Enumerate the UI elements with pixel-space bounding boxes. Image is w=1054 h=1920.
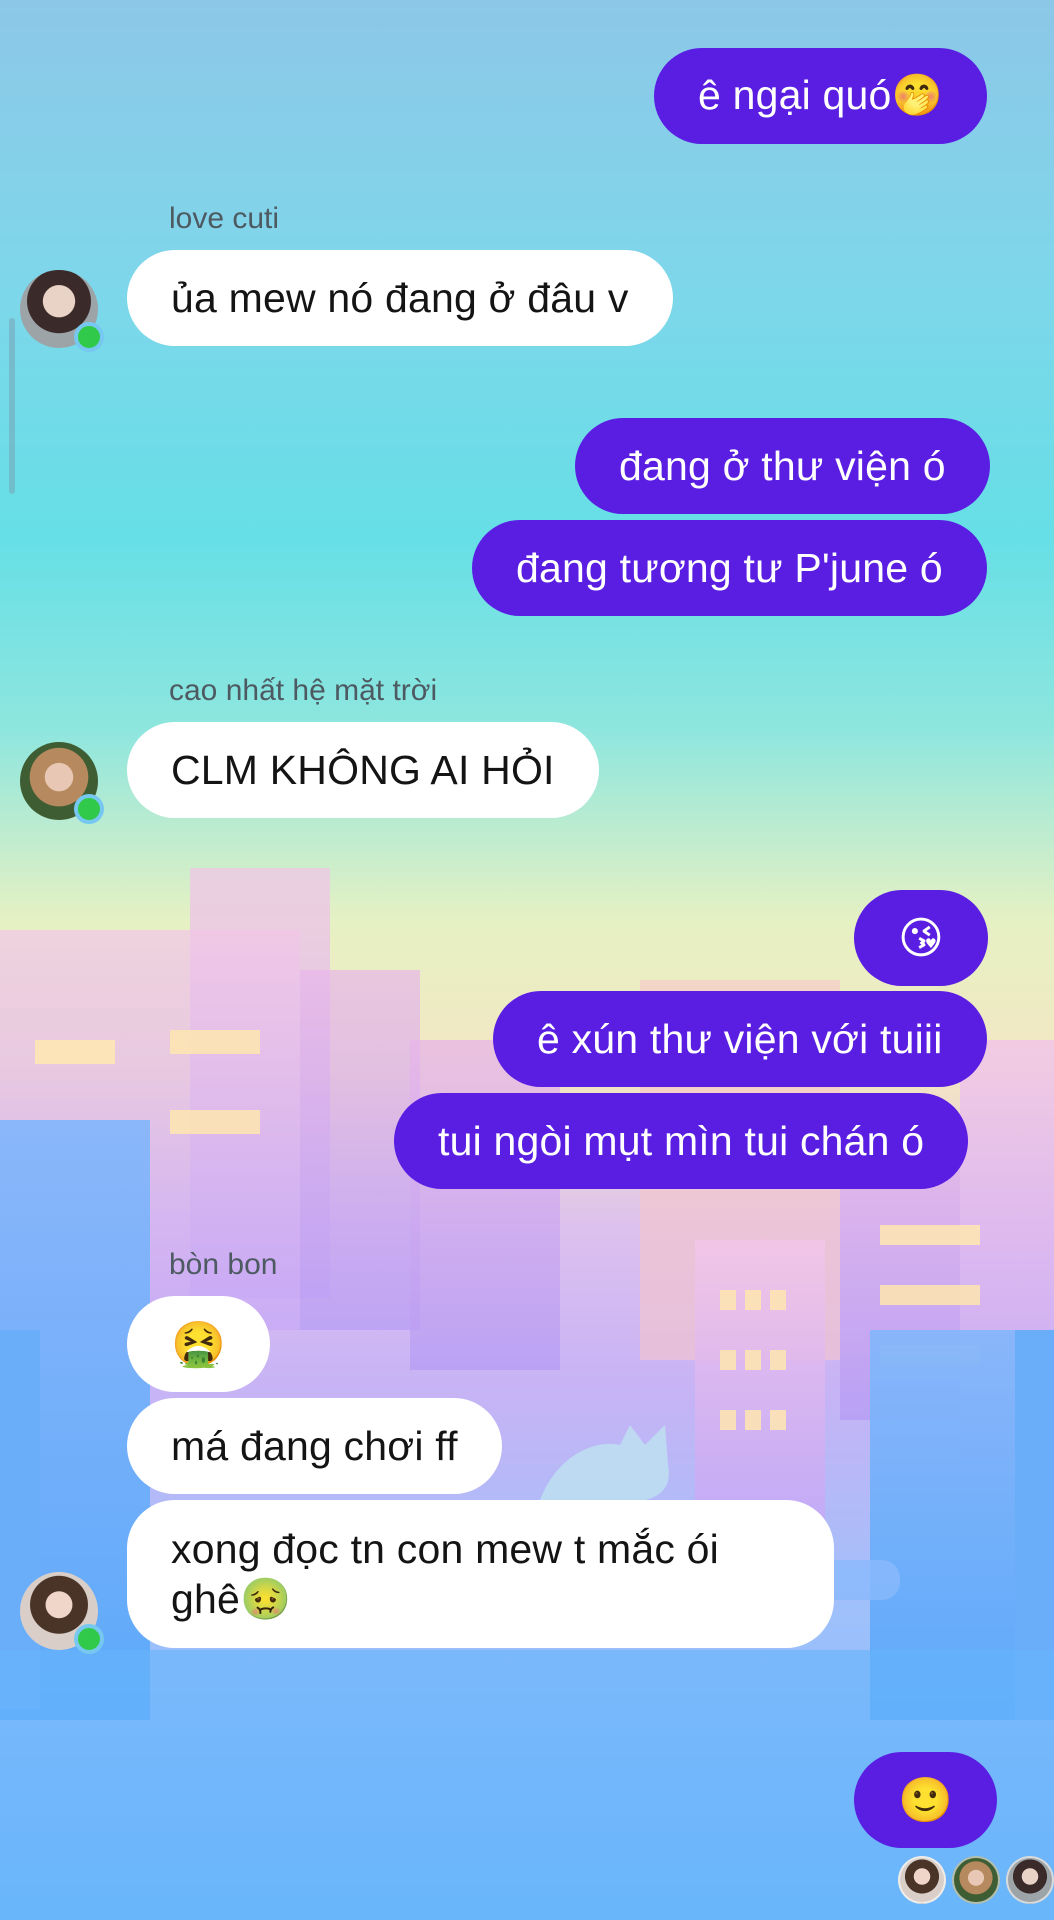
- outgoing-emoji-message[interactable]: 🙂: [854, 1752, 997, 1848]
- seen-by-avatar[interactable]: [1006, 1856, 1054, 1904]
- sender-name: love cuti: [169, 202, 280, 235]
- online-status-dot: [74, 322, 104, 352]
- outgoing-emoji-message[interactable]: 😘: [854, 890, 989, 986]
- incoming-message-bubble[interactable]: ủa mew nó đang ở đâu v: [127, 250, 673, 346]
- outgoing-message-bubble[interactable]: ê ngại quó🤭: [654, 48, 987, 144]
- online-status-dot: [74, 1624, 104, 1654]
- outgoing-message-bubble[interactable]: ê xún thư viện với tuiii: [493, 991, 987, 1087]
- avatar[interactable]: [20, 270, 104, 352]
- incoming-message-bubble[interactable]: má đang chơi ff: [127, 1398, 502, 1494]
- incoming-message-bubble[interactable]: CLM KHÔNG AI HỎI: [127, 722, 599, 818]
- incoming-message-bubble[interactable]: xong đọc tn con mew t mắc ói ghê🤢: [127, 1500, 834, 1648]
- outgoing-message-bubble[interactable]: tui ngòi mụt mìn tui chán ó: [394, 1093, 969, 1189]
- scrollbar[interactable]: [9, 318, 15, 494]
- seen-by-avatar[interactable]: [898, 1856, 946, 1904]
- seen-by-avatar[interactable]: [952, 1856, 1000, 1904]
- outgoing-message-bubble[interactable]: đang ở thư viện ó: [575, 418, 990, 514]
- sender-name: cao nhất hệ mặt trời: [169, 674, 438, 707]
- outgoing-message-bubble[interactable]: đang tương tư P'june ó: [472, 520, 987, 616]
- sender-name: bòn bon: [169, 1248, 278, 1281]
- avatar[interactable]: [20, 742, 104, 824]
- online-status-dot: [74, 794, 104, 824]
- incoming-emoji-message[interactable]: 🤮: [127, 1296, 270, 1392]
- avatar[interactable]: [20, 1572, 104, 1654]
